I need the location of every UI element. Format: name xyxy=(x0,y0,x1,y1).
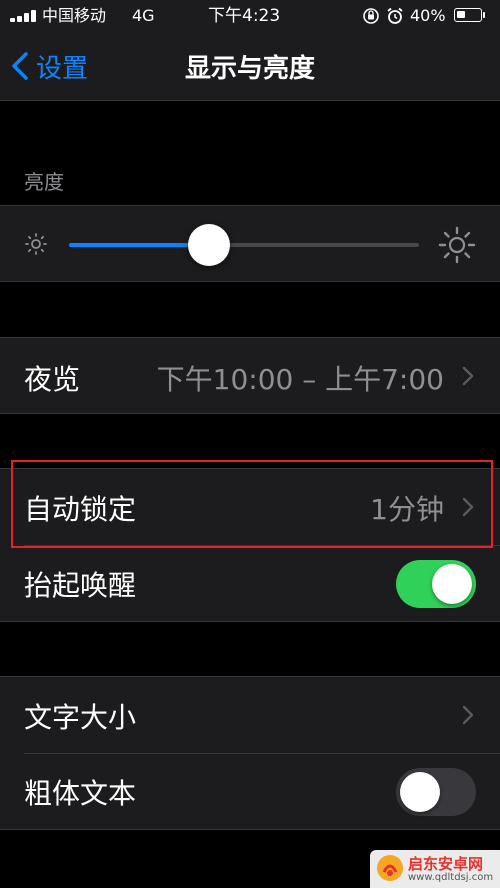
text-group: 文字大小 粗体文本 xyxy=(0,676,500,830)
night-shift-value: 下午10:00 – 上午7:00 xyxy=(156,363,444,396)
brightness-slider-track[interactable] xyxy=(69,243,419,247)
raise-to-wake-toggle[interactable] xyxy=(396,560,476,608)
watermark-title: 启东安卓网 xyxy=(408,855,484,873)
battery-percent: 40% xyxy=(410,6,446,25)
orientation-lock-icon xyxy=(363,8,379,24)
raise-to-wake-row: 抬起唤醒 xyxy=(0,546,500,622)
bold-text-toggle[interactable] xyxy=(396,768,476,816)
night-shift-label: 夜览 xyxy=(24,363,81,396)
toggle-knob xyxy=(432,564,472,604)
text-size-row[interactable]: 文字大小 xyxy=(0,677,500,753)
signal-icon xyxy=(10,10,38,22)
alarm-icon xyxy=(387,7,403,24)
network-type: 4G xyxy=(132,6,155,25)
chevron-right-icon xyxy=(462,705,474,725)
watermark-url: www.qdltdsj.com xyxy=(408,872,494,883)
brightness-slider-thumb[interactable] xyxy=(188,224,230,266)
carrier-name: 中国移动 xyxy=(42,6,107,25)
brightness-group xyxy=(0,205,500,282)
battery-icon xyxy=(454,8,482,22)
watermark-logo-icon xyxy=(377,855,403,881)
bold-text-row: 粗体文本 xyxy=(0,754,500,830)
night-shift-row[interactable]: 夜览 下午10:00 – 上午7:00 xyxy=(0,337,500,414)
bold-text-label: 粗体文本 xyxy=(24,777,137,810)
text-size-label: 文字大小 xyxy=(24,701,137,734)
sun-small-icon xyxy=(25,233,47,255)
raise-to-wake-label: 抬起唤醒 xyxy=(24,569,137,602)
toggle-knob xyxy=(400,772,440,812)
sun-large-icon xyxy=(438,226,476,264)
navigation-bar: 设置 显示与亮度 xyxy=(0,32,500,101)
watermark: 启东安卓网 www.qdltdsj.com xyxy=(370,850,500,888)
battery-tip xyxy=(483,12,485,18)
page-title: 显示与亮度 xyxy=(184,54,315,84)
status-bar: 中国移动 4G 下午4:23 40% xyxy=(0,0,500,32)
annotation-highlight xyxy=(11,460,493,548)
battery-fill xyxy=(457,11,465,18)
chevron-right-icon xyxy=(462,366,474,386)
clock: 下午4:23 xyxy=(208,6,281,26)
brightness-section-header: 亮度 xyxy=(24,170,64,194)
